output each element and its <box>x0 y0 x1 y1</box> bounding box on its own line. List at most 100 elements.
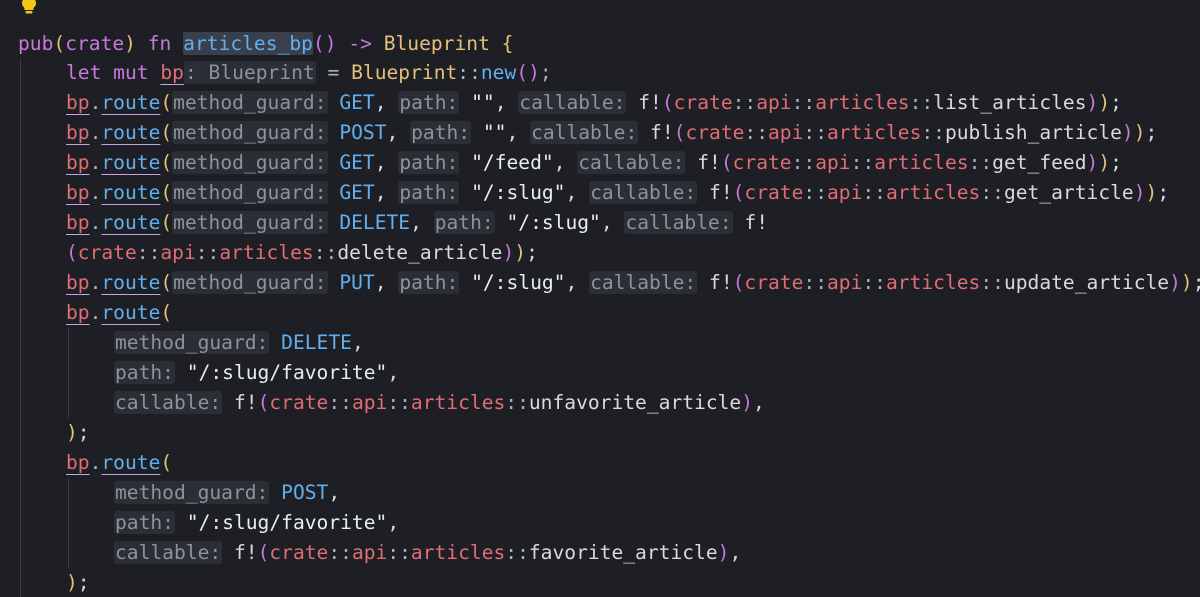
code-line-route[interactable]: bp.route(method_guard: GET, path: "", ca… <box>18 88 1122 118</box>
code-line-arg-method[interactable]: method_guard: DELETE, <box>18 328 364 358</box>
code-line-arg-path[interactable]: path: "/:slug/favorite", <box>18 358 399 388</box>
http-method[interactable]: GET <box>328 151 374 174</box>
route-path-string[interactable]: "/:slug" <box>495 211 600 234</box>
route-path-string[interactable]: "" <box>459 91 495 114</box>
code-line-route-open[interactable]: bp.route( <box>18 298 172 328</box>
method-route[interactable]: route <box>101 91 160 114</box>
macro-f[interactable]: f! <box>697 271 733 294</box>
path-segment-articles[interactable]: articles <box>827 121 921 144</box>
route-path-string[interactable]: "/:slug/favorite" <box>175 511 388 534</box>
code-line-route[interactable]: bp.route(method_guard: GET, path: "/:slu… <box>18 178 1169 208</box>
path-segment-articles[interactable]: articles <box>815 91 909 114</box>
handler-name[interactable]: get_article <box>1004 181 1134 204</box>
macro-f[interactable]: f! <box>222 541 258 564</box>
macro-f[interactable]: f! <box>697 181 733 204</box>
handler-name[interactable]: delete_article <box>337 241 502 264</box>
function-name[interactable]: articles_bp <box>183 32 313 55</box>
http-method[interactable]: GET <box>328 181 374 204</box>
code-line-route[interactable]: bp.route(method_guard: POST, path: "", c… <box>18 118 1157 148</box>
path-segment-api[interactable]: api <box>768 121 803 144</box>
route-path-string[interactable]: "/feed" <box>459 151 554 174</box>
lightbulb-icon[interactable] <box>19 0 39 16</box>
variable-bp[interactable]: bp <box>66 151 90 174</box>
http-method[interactable]: GET <box>328 91 374 114</box>
path-segment-articles[interactable]: articles <box>874 151 968 174</box>
inlay-hint-callable: callable: <box>114 391 223 414</box>
variable-bp[interactable]: bp <box>66 301 90 324</box>
route-path-string[interactable]: "/:slug/favorite" <box>175 361 388 384</box>
http-method[interactable]: PUT <box>328 271 374 294</box>
path-segment-articles[interactable]: articles <box>886 181 980 204</box>
http-method[interactable]: POST <box>269 481 328 504</box>
code-line-route-open[interactable]: bp.route( <box>18 448 172 478</box>
code-line-fn-signature[interactable]: pub(crate) fn articles_bp() -> Blueprint… <box>18 29 513 59</box>
macro-f[interactable]: f! <box>626 91 662 114</box>
method-route[interactable]: route <box>101 301 160 324</box>
code-line-route-close[interactable]: ); <box>18 418 90 448</box>
path-segment-crate[interactable]: crate <box>78 241 137 264</box>
variable-bp[interactable]: bp <box>66 271 90 294</box>
http-method[interactable]: POST <box>328 121 386 144</box>
path-segment-crate[interactable]: crate <box>744 271 803 294</box>
method-route[interactable]: route <box>101 451 160 474</box>
path-segment-api[interactable]: api <box>756 91 791 114</box>
variable-bp[interactable]: bp <box>66 121 90 144</box>
path-segment-crate[interactable]: crate <box>733 151 792 174</box>
method-route[interactable]: route <box>101 211 160 234</box>
path-segment-crate[interactable]: crate <box>685 121 744 144</box>
method-route[interactable]: route <box>101 181 160 204</box>
code-line-route[interactable]: bp.route(method_guard: DELETE, path: "/:… <box>18 208 768 238</box>
code-line-arg-method[interactable]: method_guard: POST, <box>18 478 340 508</box>
path-segment-articles[interactable]: articles <box>219 241 313 264</box>
variable-bp[interactable]: bp <box>160 61 184 84</box>
variable-bp[interactable]: bp <box>66 91 90 114</box>
route-path-string[interactable]: "/:slug" <box>459 271 565 294</box>
path-segment-crate[interactable]: crate <box>269 391 328 414</box>
code-line-route-wrap[interactable]: (crate::api::articles::delete_article)); <box>18 238 538 268</box>
method-route[interactable]: route <box>101 121 160 144</box>
path-segment-api[interactable]: api <box>815 151 850 174</box>
route-path-string[interactable]: "" <box>471 121 507 144</box>
variable-bp[interactable]: bp <box>66 181 90 204</box>
variable-bp[interactable]: bp <box>66 451 90 474</box>
code-line-arg-path[interactable]: path: "/:slug/favorite", <box>18 508 399 538</box>
path-segment-crate[interactable]: crate <box>674 91 733 114</box>
method-new[interactable]: new <box>481 61 516 84</box>
path-segment-api[interactable]: api <box>160 241 195 264</box>
code-line-arg-callable[interactable]: callable: f!(crate::api::articles::unfav… <box>18 388 765 418</box>
path-segment-articles[interactable]: articles <box>886 271 980 294</box>
inlay-hint-path: path: <box>410 121 472 144</box>
path-segment-api[interactable]: api <box>352 541 387 564</box>
route-path-string[interactable]: "/:slug" <box>459 181 565 204</box>
code-line-route[interactable]: bp.route(method_guard: PUT, path: "/:slu… <box>18 268 1200 298</box>
http-method[interactable]: DELETE <box>269 331 352 354</box>
method-route[interactable]: route <box>101 151 160 174</box>
path-segment-articles[interactable]: articles <box>411 391 505 414</box>
return-type[interactable]: Blueprint <box>384 32 490 55</box>
code-line-arg-callable[interactable]: callable: f!(crate::api::articles::favor… <box>18 538 741 568</box>
handler-name[interactable]: get_feed <box>992 151 1086 174</box>
handler-name[interactable]: favorite_article <box>529 541 718 564</box>
handler-name[interactable]: publish_article <box>945 121 1122 144</box>
variable-bp[interactable]: bp <box>66 211 90 234</box>
code-editor[interactable]: pub(crate) fn articles_bp() -> Blueprint… <box>0 0 1200 597</box>
path-segment-api[interactable]: api <box>827 181 862 204</box>
handler-name[interactable]: unfavorite_article <box>529 391 741 414</box>
path-segment-crate[interactable]: crate <box>269 541 328 564</box>
path-segment-api[interactable]: api <box>352 391 387 414</box>
code-line-route-close[interactable]: ); <box>18 568 90 597</box>
macro-f[interactable]: f! <box>685 151 721 174</box>
path-segment-articles[interactable]: articles <box>411 541 505 564</box>
handler-name[interactable]: list_articles <box>933 91 1086 114</box>
macro-f[interactable]: f! <box>638 121 674 144</box>
code-line-let[interactable]: let mut bp: Blueprint = Blueprint::new()… <box>18 58 552 88</box>
code-line-route[interactable]: bp.route(method_guard: GET, path: "/feed… <box>18 148 1122 178</box>
method-route[interactable]: route <box>101 271 160 294</box>
path-segment-api[interactable]: api <box>827 271 862 294</box>
type-blueprint[interactable]: Blueprint <box>351 61 457 84</box>
handler-name[interactable]: update_article <box>1004 271 1169 294</box>
macro-f[interactable]: f! <box>733 211 768 234</box>
http-method[interactable]: DELETE <box>328 211 410 234</box>
macro-f[interactable]: f! <box>222 391 258 414</box>
path-segment-crate[interactable]: crate <box>744 181 803 204</box>
